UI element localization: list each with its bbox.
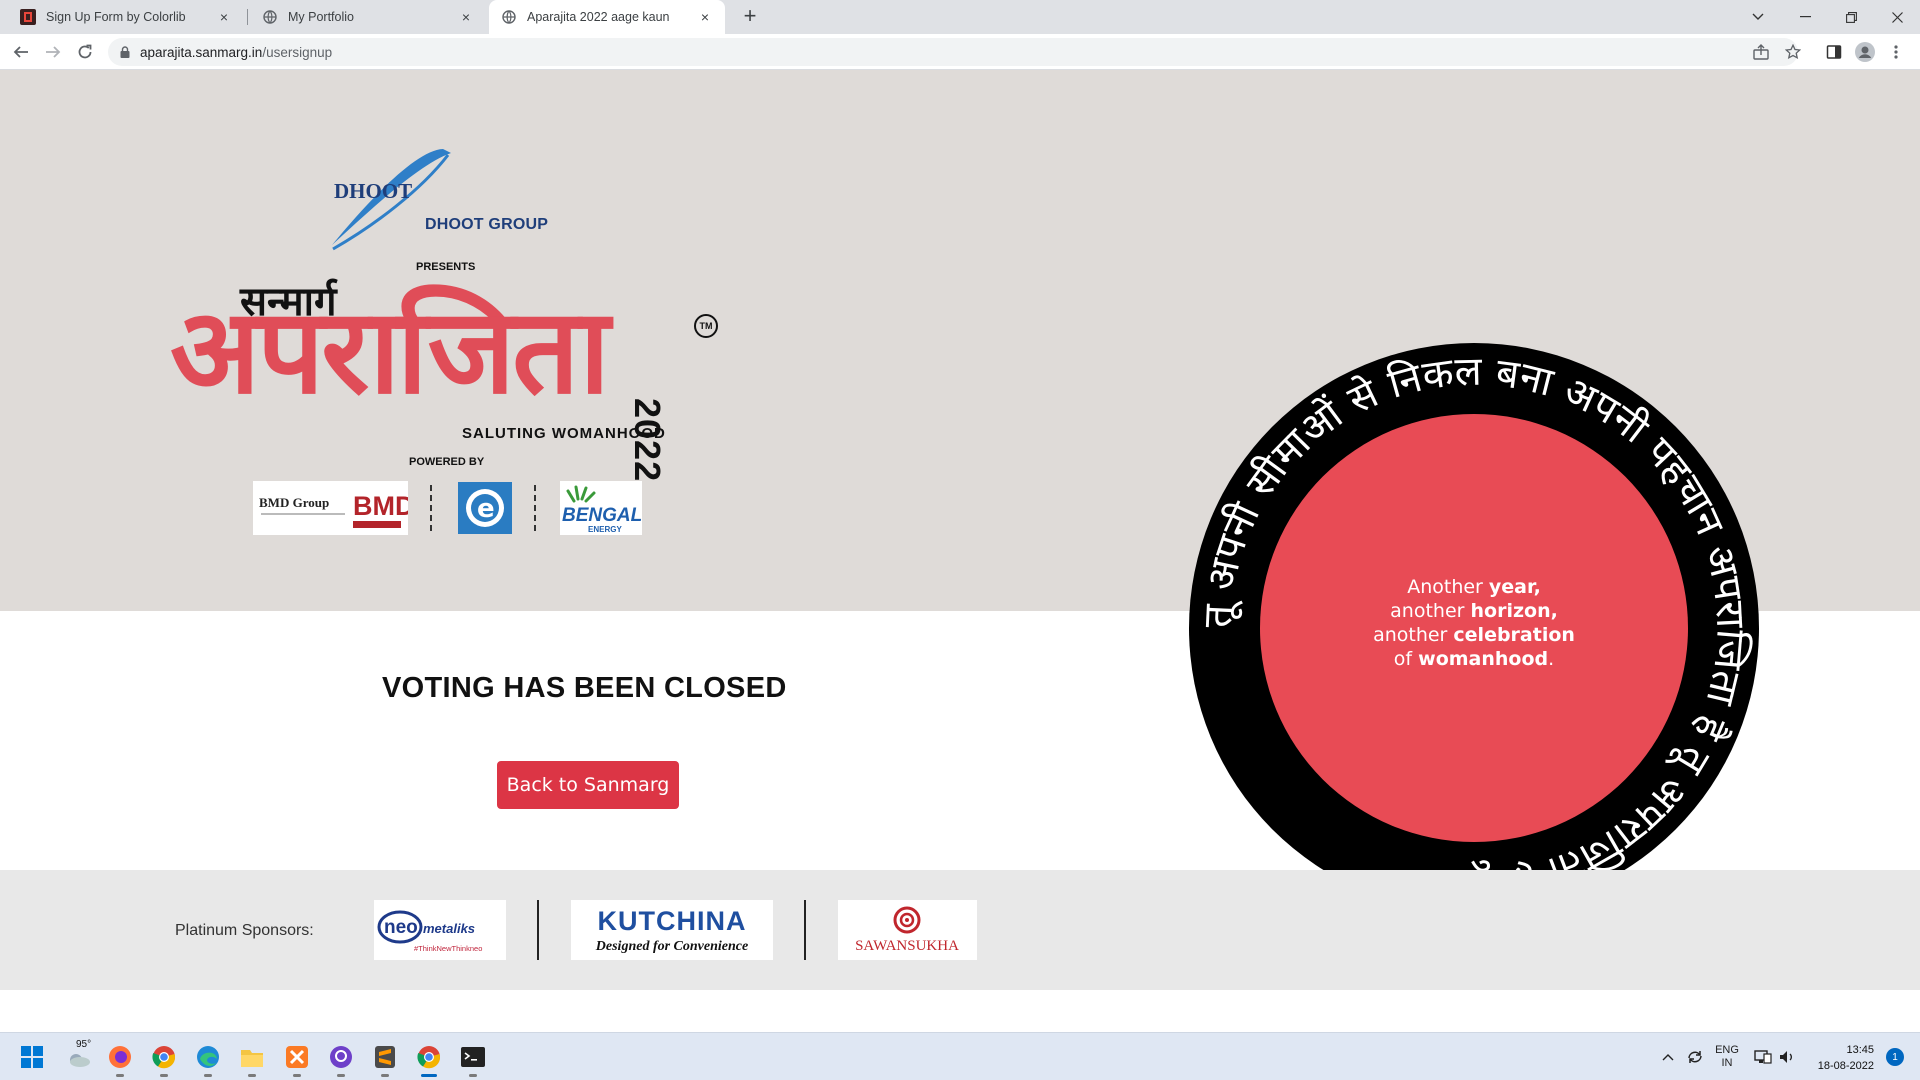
- sponsor-divider: [430, 485, 432, 531]
- weather-temp: 95°: [76, 1039, 92, 1050]
- close-tab-icon[interactable]: ×: [216, 9, 232, 25]
- url-path: /usersignup: [262, 44, 333, 60]
- kebab-menu-icon[interactable]: [1883, 39, 1909, 65]
- dhoot-logo: ® DHOOT: [332, 149, 451, 251]
- sponsors-footer: Platinum Sponsors: neo metaliks #ThinkNe…: [0, 870, 1920, 990]
- github-desktop-icon[interactable]: [325, 1041, 357, 1077]
- firefox-icon[interactable]: [104, 1041, 136, 1077]
- chrome-active-icon[interactable]: [413, 1041, 445, 1077]
- back-to-sanmarg-button[interactable]: Back to Sanmarg: [497, 761, 679, 809]
- tab-title: My Portfolio: [288, 10, 354, 24]
- dhoot-brand-text: DHOOT: [334, 179, 412, 203]
- side-panel-icon[interactable]: [1821, 39, 1847, 65]
- tagline: SALUTING WOMANHOOD: [462, 425, 666, 442]
- chrome-icon[interactable]: [148, 1041, 180, 1077]
- svg-text:of womanhood.: of womanhood.: [1394, 648, 1554, 670]
- svg-text:metaliks: metaliks: [423, 921, 475, 936]
- sublime-text-icon[interactable]: [369, 1041, 401, 1077]
- share-icon[interactable]: [1748, 39, 1774, 65]
- sponsor-divider: [534, 485, 536, 531]
- bmd-group-logo: BMD Group BMD: [253, 481, 408, 535]
- close-window-icon[interactable]: [1874, 0, 1920, 34]
- browser-toolbar: aparajita.sanmarg.in/usersignup: [0, 34, 1920, 70]
- network-icon[interactable]: [1752, 1033, 1774, 1080]
- svg-text:#ThinkNewThinkneo: #ThinkNewThinkneo: [414, 944, 482, 953]
- colorlib-favicon-icon: [20, 9, 36, 25]
- region-code: IN: [1721, 1057, 1733, 1069]
- minimize-icon[interactable]: [1782, 0, 1828, 34]
- svg-text:KUTCHINA: KUTCHINA: [598, 906, 747, 936]
- file-explorer-icon[interactable]: [236, 1041, 268, 1077]
- profile-avatar-icon[interactable]: [1852, 39, 1878, 65]
- close-tab-icon[interactable]: ×: [458, 9, 474, 25]
- tab-bar: Sign Up Form by Colorlib × My Portfolio …: [0, 0, 1920, 34]
- tab-title: Sign Up Form by Colorlib: [46, 10, 186, 24]
- chevron-up-icon[interactable]: [1656, 1033, 1680, 1080]
- reload-icon[interactable]: [72, 39, 98, 65]
- svg-text:®: ®: [440, 150, 445, 157]
- clock-time: 13:45: [1846, 1044, 1874, 1056]
- lock-icon: [120, 46, 130, 58]
- sync-icon[interactable]: [1682, 1033, 1708, 1080]
- platinum-sponsors-label: Platinum Sponsors:: [175, 922, 314, 939]
- svg-text:another celebration: another celebration: [1373, 624, 1575, 646]
- clock-date: 18-08-2022: [1817, 1060, 1874, 1072]
- system-clock[interactable]: 13:45 18-08-2022: [1818, 1042, 1874, 1074]
- bengal-energy-logo: BENGAL ENERGY: [560, 481, 642, 535]
- presents-label: PRESENTS: [416, 261, 476, 273]
- terminal-icon[interactable]: [457, 1041, 489, 1077]
- svg-text:neo: neo: [384, 917, 418, 938]
- globe-icon: [262, 9, 278, 25]
- aparajita-title: अपराजिता: [170, 282, 610, 420]
- forward-arrow-icon[interactable]: [40, 39, 66, 65]
- tab-my-portfolio[interactable]: My Portfolio ×: [250, 0, 486, 34]
- bookmark-star-icon[interactable]: [1780, 39, 1806, 65]
- kutchina-logo: KUTCHINA Designed for Convenience: [571, 900, 773, 960]
- notification-badge[interactable]: 1: [1886, 1048, 1904, 1066]
- neo-metaliks-logo: neo metaliks #ThinkNewThinkneo: [374, 900, 506, 960]
- tab-divider: [247, 9, 248, 25]
- weather-widget[interactable]: 95°: [62, 1039, 94, 1073]
- trademark-badge: TM: [694, 314, 718, 338]
- svg-text:BMD Group: BMD Group: [259, 495, 329, 510]
- svg-text:SAWANSUKHA: SAWANSUKHA: [855, 938, 959, 954]
- close-tab-icon[interactable]: ×: [697, 9, 713, 25]
- svg-text:BMD: BMD: [353, 491, 408, 521]
- edge-icon[interactable]: [192, 1041, 224, 1077]
- url-host: aparajita.sanmarg.in: [140, 44, 263, 60]
- svg-text:Designed for Convenience: Designed for Convenience: [595, 939, 748, 954]
- language-code: ENG: [1715, 1044, 1739, 1056]
- restore-icon[interactable]: [1828, 0, 1874, 34]
- svg-text:BENGAL: BENGAL: [562, 505, 642, 526]
- tab-title: Aparajita 2022 aage kaun: [527, 10, 670, 24]
- xampp-icon[interactable]: [281, 1041, 313, 1077]
- new-tab-button[interactable]: +: [737, 4, 763, 30]
- powered-by-label: POWERED BY: [409, 456, 485, 468]
- svg-text:e: e: [477, 494, 495, 524]
- tab-signup-form[interactable]: Sign Up Form by Colorlib ×: [8, 0, 244, 34]
- e-sponsor-logo: e: [457, 481, 513, 535]
- windows-taskbar: 95° ENG IN 13:45 18-08-2022 1: [0, 1032, 1920, 1080]
- sponsor-divider: [537, 900, 539, 960]
- sawansukha-logo: SAWANSUKHA: [838, 900, 977, 960]
- tab-search-chevron-icon[interactable]: [1735, 0, 1781, 34]
- address-bar[interactable]: aparajita.sanmarg.in/usersignup: [108, 38, 1798, 66]
- dhoot-group-text: DHOOT GROUP: [425, 216, 549, 233]
- language-indicator[interactable]: ENG IN: [1712, 1033, 1742, 1080]
- voting-closed-heading: VOTING HAS BEEN CLOSED: [382, 672, 787, 704]
- tab-aparajita[interactable]: Aparajita 2022 aage kaun ×: [489, 0, 725, 34]
- globe-icon: [501, 9, 517, 25]
- sponsor-divider: [804, 900, 806, 960]
- back-arrow-icon[interactable]: [8, 39, 34, 65]
- svg-text:ENERGY: ENERGY: [588, 525, 622, 534]
- volume-icon[interactable]: [1776, 1033, 1798, 1080]
- windows-start-icon[interactable]: [16, 1041, 48, 1073]
